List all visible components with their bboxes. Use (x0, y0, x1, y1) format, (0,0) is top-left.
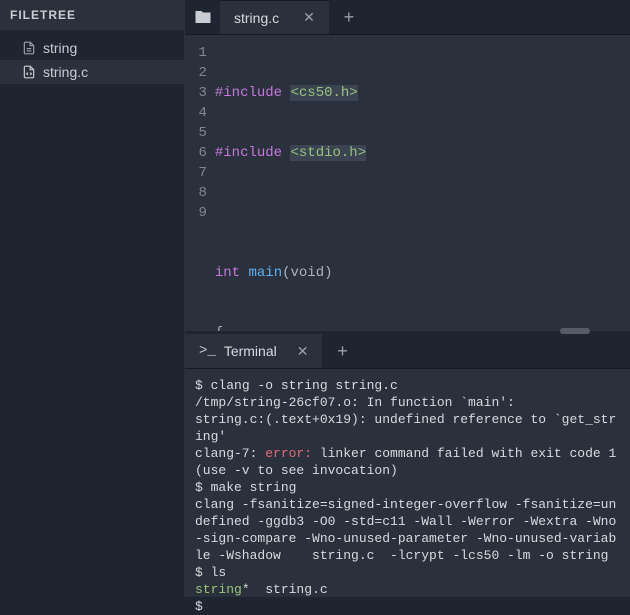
tab-label: string.c (234, 10, 279, 26)
open-folder-button[interactable] (185, 0, 220, 34)
close-icon[interactable]: ✕ (297, 343, 309, 360)
folder-icon (194, 8, 212, 26)
tree-item-string-c[interactable]: string.c (0, 60, 184, 84)
editor-tabbar: string.c ✕ + (185, 0, 630, 35)
code-content[interactable]: #include <cs50.h> #include <stdio.h> int… (213, 35, 630, 331)
code-editor[interactable]: 1 2 3 4 5 6 7 8 9 #include <cs50.h> #inc… (185, 35, 630, 331)
tree-item-string[interactable]: string (0, 36, 184, 60)
file-tree: string string.c (0, 30, 184, 90)
tab-string-c[interactable]: string.c ✕ (220, 0, 329, 34)
tab-terminal[interactable]: >_ Terminal ✕ (185, 334, 322, 368)
code-file-icon (22, 65, 36, 79)
terminal-tabbar: >_ Terminal ✕ + (185, 334, 630, 369)
sidebar-title: FILETREE (0, 0, 184, 30)
file-icon (22, 41, 36, 55)
new-tab-button[interactable]: + (329, 0, 369, 34)
terminal[interactable]: $ clang -o string string.c /tmp/string-2… (185, 369, 630, 597)
panel-resize-handle[interactable] (185, 331, 630, 334)
terminal-icon: >_ (199, 343, 216, 359)
new-terminal-button[interactable]: + (322, 334, 362, 368)
line-gutter: 1 2 3 4 5 6 7 8 9 (185, 35, 213, 331)
sidebar: FILETREE string string.c (0, 0, 185, 597)
tree-item-label: string.c (43, 64, 88, 80)
main-area: string.c ✕ + 1 2 3 4 5 6 7 8 9 #include … (185, 0, 630, 597)
close-icon[interactable]: ✕ (303, 9, 315, 26)
tab-label: Terminal (224, 343, 277, 359)
tree-item-label: string (43, 40, 77, 56)
